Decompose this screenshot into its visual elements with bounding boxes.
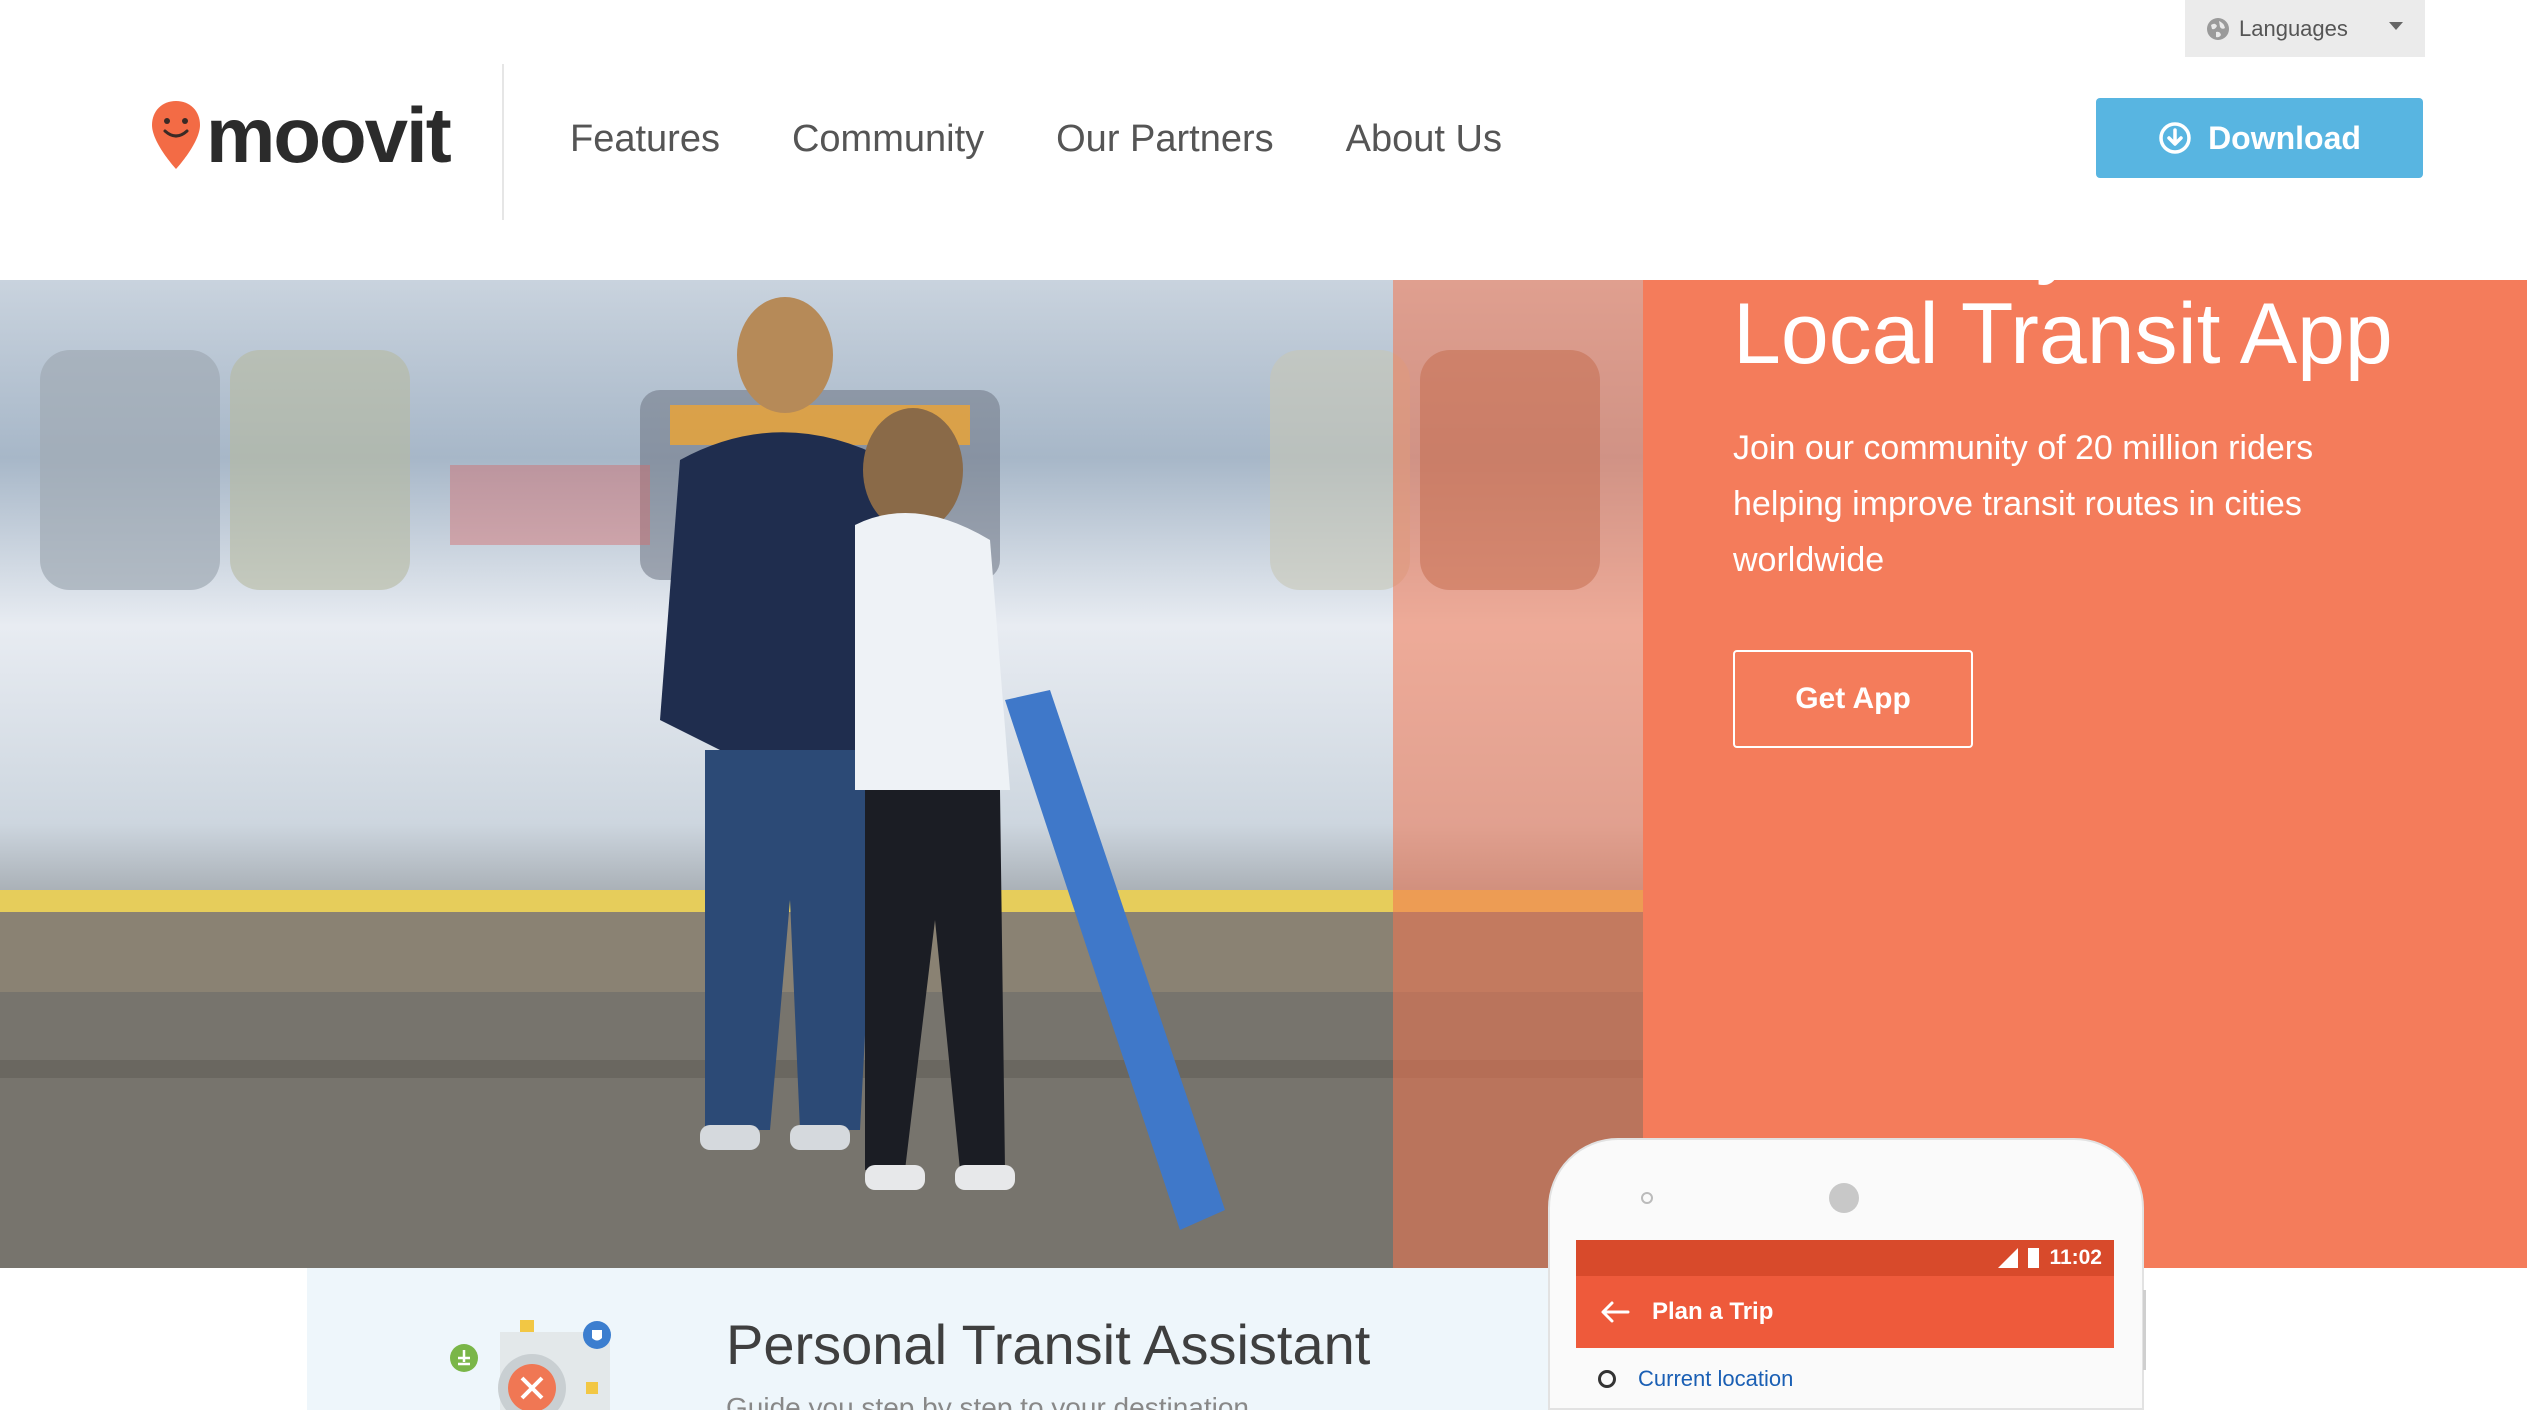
- hero-photo-orange-overlay: [1393, 280, 1643, 1268]
- phone-app-bar: Plan a Trip: [1576, 1276, 2114, 1348]
- current-location-label: Current location: [1638, 1366, 1794, 1391]
- moovit-logo[interactable]: moovit: [150, 91, 452, 179]
- feature-subtitle: Guide you step by step to your destinati…: [726, 1392, 1249, 1410]
- phone-app-bar-title: Plan a Trip: [1652, 1298, 1774, 1325]
- languages-dropdown[interactable]: Languages: [2185, 0, 2425, 57]
- header-divider: [502, 64, 504, 220]
- download-icon: [2159, 122, 2191, 154]
- phone-current-location-row[interactable]: Current location: [1576, 1366, 2114, 1392]
- nav-about-us[interactable]: About Us: [1346, 118, 1502, 161]
- phone-side-button: [2143, 1290, 2146, 1370]
- nav-our-partners[interactable]: Our Partners: [1056, 118, 1274, 161]
- arrow-left-icon[interactable]: [1600, 1300, 1630, 1324]
- languages-label: Languages: [2239, 15, 2348, 41]
- phone-time: 11:02: [2049, 1246, 2102, 1269]
- main-nav: Features Community Our Partners About Us: [570, 118, 1574, 161]
- phone-camera: [1829, 1183, 1859, 1213]
- location-ring-icon: [1598, 1370, 1616, 1388]
- logo-wordmark: moovit: [206, 91, 452, 179]
- map-pin-logo-icon: [152, 101, 200, 169]
- globe-icon: [2207, 17, 2229, 40]
- hero-subtitle: Join our community of 20 million riders …: [1733, 429, 2314, 579]
- nav-community[interactable]: Community: [792, 118, 984, 161]
- download-label: Download: [2208, 119, 2361, 156]
- download-button[interactable]: Download: [2096, 98, 2423, 178]
- signal-icon: [1998, 1248, 2019, 1268]
- hero-photo-couple-at-subway: [0, 280, 1643, 1268]
- phone-sensor-dot: [1641, 1192, 1653, 1204]
- feature-title: Personal Transit Assistant: [726, 1313, 1371, 1376]
- hero-title-line-1: Your City, Your: [1733, 190, 2293, 286]
- hero-title-line-2: Local Transit App: [1733, 286, 2393, 382]
- nav-features[interactable]: Features: [570, 118, 720, 161]
- chevron-down-icon: [2389, 22, 2403, 30]
- hero-title: Your City, Your Local Transit App: [1733, 190, 2493, 382]
- get-app-button[interactable]: Get App: [1733, 650, 1973, 748]
- phone-status-bar: 11:02: [1576, 1240, 2114, 1276]
- battery-icon: [2028, 1248, 2040, 1268]
- transit-map-illustration-icon: [450, 1320, 611, 1410]
